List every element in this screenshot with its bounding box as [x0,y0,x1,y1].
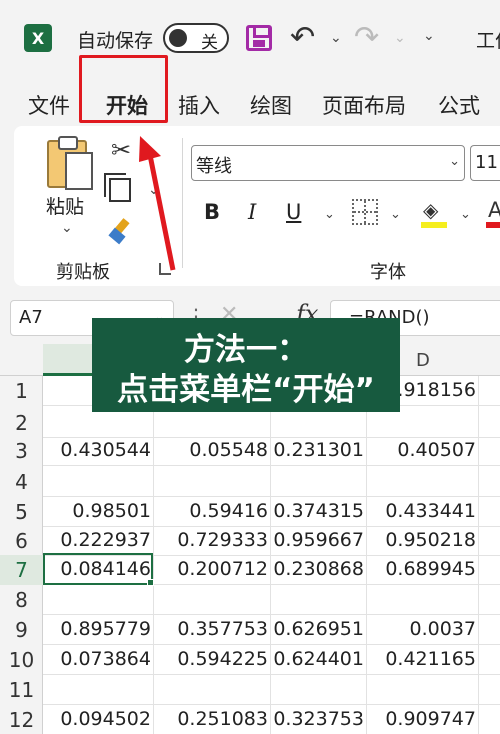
toggle-knob [169,29,187,47]
row-header[interactable]: 7 [0,555,43,585]
chevron-down-icon: ⌄ [449,154,460,169]
row-header[interactable]: 8 [0,585,43,615]
table-cell[interactable]: 0.433441 [385,500,476,522]
fill-color-icon[interactable]: ◈ [423,198,438,222]
save-icon[interactable] [246,25,272,51]
redo-dropdown-icon: ⌄ [394,30,406,46]
row-gridline [43,496,500,497]
row-header[interactable]: 6 [0,526,43,556]
borders-icon[interactable] [352,199,378,225]
tab-formulas[interactable]: 公式 [438,90,480,120]
table-cell[interactable]: 0.374315 [273,500,364,522]
table-cell[interactable]: 0.222937 [60,529,151,551]
autosave-label: 自动保存 [77,30,154,52]
home-tab-highlight-box [79,55,168,123]
table-cell[interactable]: 0.689945 [385,558,476,580]
table-cell[interactable]: 0.729333 [177,529,268,551]
undo-dropdown-icon[interactable]: ⌄ [330,30,342,46]
table-cell[interactable]: 0.98501 [72,500,151,522]
table-cell[interactable]: 0.430544 [60,439,151,461]
customize-toolbar-icon[interactable]: ⌄ [423,28,435,44]
row-header[interactable]: 9 [0,615,43,645]
borders-dropdown-icon[interactable]: ⌄ [390,207,401,222]
font-size-value: 11 [475,152,498,173]
font-size-select[interactable]: 11 [470,145,500,181]
copy-icon[interactable] [104,173,131,202]
table-cell[interactable]: 0.626951 [273,618,364,640]
table-cell[interactable]: 0.421165 [385,648,476,670]
autosave-toggle[interactable]: 关 [163,23,229,53]
font-group-label: 字体 [370,262,406,283]
cut-icon[interactable]: ✂ [111,136,131,164]
workbook-title: 工作 [476,30,500,52]
group-divider [182,138,183,268]
font-color-swatch [486,222,500,228]
name-box-value: A7 [19,307,43,328]
row-header[interactable]: 5 [0,497,43,527]
excel-logo-icon: X [24,24,58,52]
row-gridline [43,704,500,705]
fill-color-dropdown-icon[interactable]: ⌄ [460,207,471,222]
copy-dropdown-icon[interactable]: ⌄ [148,182,160,198]
row-header[interactable]: 2 [0,408,43,438]
row-gridline [43,526,500,527]
autosave-state: 关 [201,33,218,53]
font-name-select[interactable]: 等线 ⌄ [191,145,465,181]
table-cell[interactable]: 0.624401 [273,648,364,670]
row-gridline [43,674,500,675]
row-header[interactable]: 10 [0,645,43,675]
italic-button[interactable]: I [248,200,256,224]
paste-dropdown-icon[interactable]: ⌄ [61,220,73,236]
row-header[interactable]: 1 [0,376,43,406]
table-cell[interactable]: 0.59416 [189,500,268,522]
table-cell[interactable]: 0.909747 [385,708,476,730]
fill-color-swatch [421,222,447,228]
selected-cell-a7[interactable] [43,553,153,585]
table-cell[interactable]: 0.073864 [60,648,151,670]
table-cell[interactable]: 0.594225 [177,648,268,670]
format-painter-icon[interactable] [108,219,134,245]
row-header[interactable]: 3 [0,436,43,466]
table-cell[interactable]: 0.0037 [410,618,476,640]
table-cell[interactable]: 0.895779 [60,618,151,640]
table-cell[interactable]: 0.094502 [60,708,151,730]
table-cell[interactable]: 0.357753 [177,618,268,640]
underline-dropdown-icon[interactable]: ⌄ [324,207,335,222]
undo-icon[interactable]: ↶ [290,20,315,55]
row-header[interactable]: 4 [0,467,43,497]
fill-handle[interactable] [147,579,154,586]
tab-file[interactable]: 文件 [28,90,70,120]
paste-icon[interactable] [47,136,93,190]
paste-label[interactable]: 粘贴 [46,192,84,219]
underline-button[interactable]: U [286,200,301,224]
row-gridline [43,465,500,466]
tab-draw[interactable]: 绘图 [250,90,292,120]
tab-insert[interactable]: 插入 [178,90,220,120]
clipboard-launcher-icon[interactable] [159,263,171,275]
row-gridline [43,437,500,438]
table-cell[interactable]: 0.05548 [189,439,268,461]
table-cell[interactable]: 0.959667 [273,529,364,551]
column-header-d[interactable]: D [416,350,430,371]
callout-line-2: 点击菜单栏“开始” [117,372,375,408]
font-color-icon[interactable]: A [488,198,500,222]
table-cell[interactable]: 0.950218 [385,529,476,551]
tab-page-layout[interactable]: 页面布局 [322,90,406,120]
table-cell[interactable]: 0.230868 [273,558,364,580]
row-header[interactable]: 11 [0,675,43,705]
row-gridline [43,644,500,645]
bold-button[interactable]: B [204,200,220,224]
table-cell[interactable]: 0.200712 [177,558,268,580]
row-header[interactable]: 12 [0,705,43,734]
table-cell[interactable]: 0.40507 [397,439,476,461]
table-cell[interactable]: 0.251083 [177,708,268,730]
font-name-value: 等线 [196,156,232,177]
clipboard-group-label: 剪贴板 [56,262,110,283]
row-gridline [43,614,500,615]
redo-icon: ↷ [354,20,380,55]
table-cell[interactable]: 0.323753 [273,708,364,730]
table-cell[interactable]: 0.231301 [273,439,364,461]
callout-line-1: 方法一： [184,332,308,368]
